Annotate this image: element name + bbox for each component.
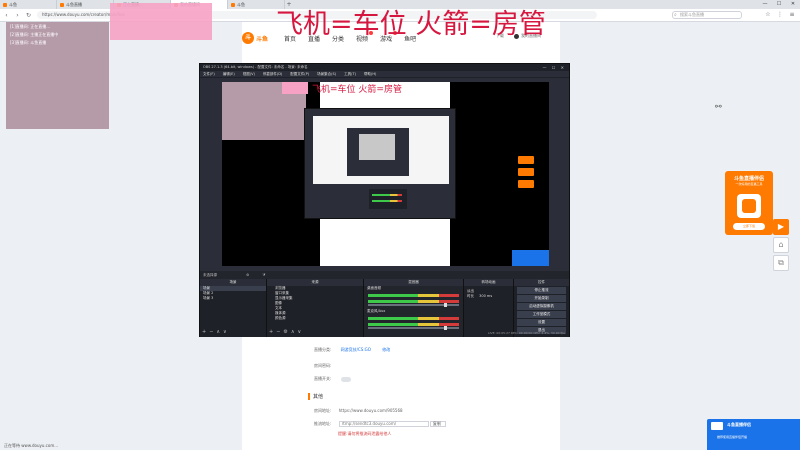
copy-button[interactable]: 复制 xyxy=(429,421,446,427)
start-recording-button[interactable]: 开始录制 xyxy=(517,295,566,302)
stream-banner-text: 飞机=车位 火箭=房管 xyxy=(276,9,546,40)
obs-menu-item[interactable]: 配置文件(P) xyxy=(290,71,309,77)
browser-tab[interactable]: 斗鱼 xyxy=(0,0,57,9)
more-icon[interactable]: ⋮ xyxy=(776,11,784,19)
obs-sources-dock: 来源 浏览器 窗口采集 显示器采集 图像 文本 媒体源 颜色源 +−⚙∧∨ xyxy=(267,279,364,337)
logo-word: 斗鱼 xyxy=(256,35,269,43)
obs-source-strip: 未选择源 ⚙ ⧩ xyxy=(200,271,569,279)
close-icon[interactable]: ✕ xyxy=(786,0,800,9)
minimize-icon[interactable]: — xyxy=(758,0,772,9)
category-value[interactable]: 网游竞技/CS:GO xyxy=(341,347,371,352)
room-url-row: 房间地址: https://www.douyu.com/905568 xyxy=(314,408,403,413)
nested-mixer xyxy=(369,189,407,209)
obs-menu-item[interactable]: 停靠部件(D) xyxy=(263,71,282,77)
notice-logo-icon xyxy=(711,422,723,430)
source-item[interactable]: 颜色源 xyxy=(267,316,363,321)
promo-download-button[interactable]: 立即下载 xyxy=(733,223,765,230)
preview-pink-panel xyxy=(282,82,308,94)
category-edit-link[interactable]: 修改 xyxy=(382,347,390,352)
overlay-pink-panel xyxy=(110,3,212,40)
logo-mark: 斗 xyxy=(242,32,254,44)
overlay-line: [3]直播间: 斗鱼直播 xyxy=(10,40,47,45)
share-icon[interactable]: ⧉ xyxy=(773,255,789,271)
maximize-icon[interactable]: ☐ xyxy=(772,0,786,9)
search-icon: ⌕ xyxy=(674,12,677,18)
obs-menu-item[interactable]: 视图(V) xyxy=(243,71,255,77)
obs-window: OBS 27.1.3 (64-bit, windows) - 配置文件: 未命名… xyxy=(199,63,570,337)
douyu-favicon-icon xyxy=(60,2,64,7)
preview-nested-obs xyxy=(304,108,456,219)
obs-scenes-dock: 场景 场景 场景 2 场景 3 +−∧∨ xyxy=(200,279,267,337)
play-icon[interactable]: ▶ xyxy=(773,219,789,235)
transition-duration-input[interactable]: 300 ms xyxy=(479,294,492,298)
scene-item[interactable]: 场景 3 xyxy=(200,296,266,301)
category-row: 直播分类: 网游竞技/CS:GO 修改 xyxy=(314,347,391,352)
douyu-favicon-icon xyxy=(231,2,235,7)
forward-icon[interactable]: › xyxy=(13,11,22,20)
window-controls: — ☐ ✕ xyxy=(758,0,800,9)
obs-menu-item[interactable]: 帮助(H) xyxy=(364,71,376,77)
app-icon xyxy=(737,194,761,218)
nested-preview-2 xyxy=(347,128,409,176)
audio-meter xyxy=(368,317,459,320)
preview-notice xyxy=(512,250,549,266)
obs-status-bar: LIVE: 00:05:27 REC: 00:00:00 CPU: 2.4%, … xyxy=(487,331,565,335)
browser-search-input[interactable]: ⌕ 搜索斗鱼直播 xyxy=(672,11,742,19)
overlay-line: [2]直播间: 主播正在直播中 xyxy=(10,32,59,37)
obs-menu-bar: 文件(F) 编辑(E) 视图(V) 停靠部件(D) 配置文件(P) 场景集合(S… xyxy=(200,71,569,78)
obs-menu-item[interactable]: 编辑(E) xyxy=(223,71,235,77)
back-icon[interactable]: ‹ xyxy=(2,11,11,20)
push-url-input[interactable]: rtmp://sendtc3.douyu.com/ xyxy=(338,421,429,427)
stop-streaming-button[interactable]: 停止推流 xyxy=(517,287,566,294)
obs-menu-item[interactable]: 工具(T) xyxy=(344,71,356,77)
nested-preview xyxy=(313,116,449,184)
bookmark-icon[interactable]: ☆ xyxy=(764,11,772,19)
transition-duration-row: 时长 300 ms xyxy=(467,294,493,298)
live-toggle[interactable] xyxy=(340,376,351,382)
audio-meter xyxy=(368,294,459,297)
companion-promo-card[interactable]: 斗鱼直播伴侣 一款好用的直播工具 立即下载 xyxy=(725,171,773,235)
companion-notice[interactable]: 斗鱼直播伴侣 推荐使用直播伴侣开播 xyxy=(707,419,800,450)
room-url-value: https://www.douyu.com/905568 xyxy=(338,408,403,413)
password-row: 房间密码: xyxy=(314,363,332,368)
toggle-row: 直播开关: xyxy=(314,376,351,382)
promo-title: 斗鱼直播伴侣 xyxy=(733,176,764,182)
virtual-camera-button[interactable]: 启动虚拟摄像机 xyxy=(517,303,566,310)
browser-tools: ☆ ⋮ ≡ xyxy=(764,11,796,19)
mixer-channel-label: 桌面音频 xyxy=(367,286,381,290)
home-icon[interactable]: ⌂ xyxy=(773,237,789,253)
obs-menu-item[interactable]: 文件(F) xyxy=(203,71,215,77)
douyu-favicon-icon xyxy=(3,2,7,7)
volume-slider[interactable] xyxy=(368,326,459,330)
obs-preview-canvas[interactable]: 飞机=车位 火箭=房管 xyxy=(222,82,549,266)
filters-icon[interactable]: ⧩ xyxy=(262,273,265,277)
settings-button[interactable]: 设置 xyxy=(517,319,566,326)
preview-banner-text: 飞机=车位 火箭=房管 xyxy=(312,85,402,95)
preview-side-buttons xyxy=(518,156,534,196)
notice-title: 斗鱼直播伴侣 xyxy=(727,422,751,427)
obs-menu-item[interactable]: 场景集合(S) xyxy=(317,71,336,77)
overlay-chat-panel: [1]直播间: 正在直播... [2]直播间: 主播正在直播中 [3]直播间: … xyxy=(6,22,109,129)
mixer-channel-label: 麦克风/Aux xyxy=(367,309,386,313)
obs-window-controls[interactable]: — ☐ ✕ xyxy=(543,64,566,71)
browser-status-bar: 正在等待 www.douyu.com... xyxy=(4,443,59,448)
warning-hint: 提醒:请勿将推流码泄露给他人 xyxy=(338,431,392,436)
overlay-line: [1]直播间: 正在直播... xyxy=(10,24,51,29)
refresh-icon[interactable]: ↻ xyxy=(24,11,33,20)
push-url-row: 推流地址: rtmp://sendtc3.douyu.com/ 复制 xyxy=(314,421,446,427)
browser-tab[interactable]: 斗鱼直播 xyxy=(57,0,114,9)
volume-slider[interactable] xyxy=(368,303,459,307)
notice-body: 推荐使用直播伴侣开播 xyxy=(717,435,748,439)
section-title-other: 其他 xyxy=(308,393,323,400)
obs-mixer-dock: 混音器 桌面音频 麦克风/Aux xyxy=(364,279,464,337)
link-icon[interactable]: ⚯ xyxy=(715,102,722,111)
menu-icon[interactable]: ≡ xyxy=(788,11,796,19)
obs-controls-dock: 控件 停止推流 开始录制 启动虚拟摄像机 工作室模式 设置 退出 xyxy=(514,279,569,337)
studio-mode-button[interactable]: 工作室模式 xyxy=(517,311,566,318)
properties-icon[interactable]: ⚙ xyxy=(246,273,249,277)
obs-transitions-dock: 转场动画 淡出 时长 300 ms xyxy=(464,279,514,337)
promo-subtitle: 一款好用的直播工具 xyxy=(735,182,763,186)
obs-title-bar: OBS 27.1.3 (64-bit, windows) - 配置文件: 未命名… xyxy=(200,64,569,71)
douyu-logo[interactable]: 斗 斗鱼 xyxy=(242,31,272,45)
